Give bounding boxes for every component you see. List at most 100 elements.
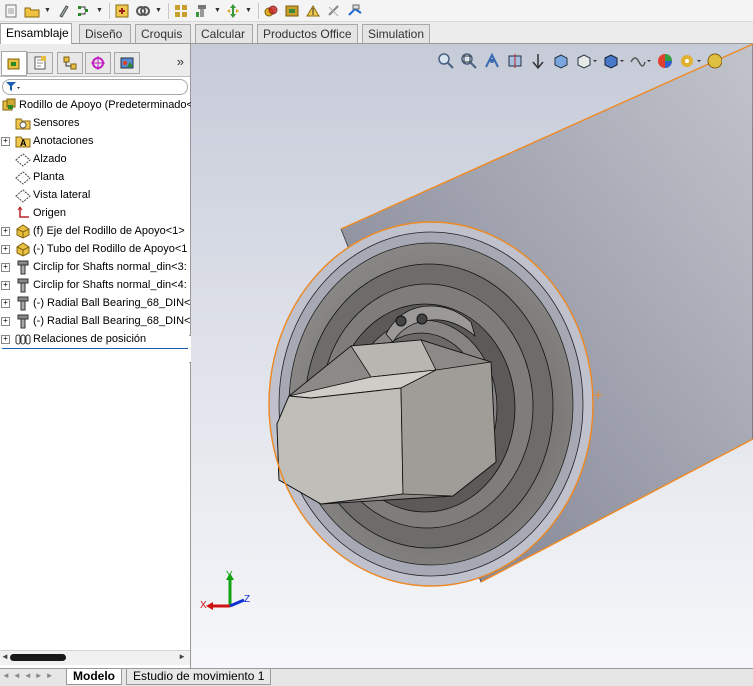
chevron-down-icon[interactable]: ▼ <box>245 2 252 20</box>
insert-component-icon[interactable] <box>113 2 131 20</box>
tree-item-label: Vista lateral <box>33 189 91 201</box>
expand-icon[interactable]: + <box>1 227 10 236</box>
tree-item-label: (f) Eje del Rodillo de Apoyo<1> <box>33 225 185 237</box>
dynamic-annotation-icon[interactable] <box>529 52 547 73</box>
scrollbar-thumb[interactable] <box>10 654 66 661</box>
linear-pattern-icon[interactable] <box>172 2 190 20</box>
graphics-area[interactable]: + Y X Z <box>191 44 753 668</box>
new-motion-study-icon[interactable] <box>325 2 343 20</box>
tree-item[interactable]: Sensores <box>0 114 190 132</box>
zoom-to-area-icon[interactable] <box>460 52 478 73</box>
tree-item[interactable]: + (-) Tubo del Rodillo de Apoyo<1 <box>0 240 190 258</box>
heads-up-view-toolbar <box>437 52 723 73</box>
panel-tabs: » <box>0 44 190 77</box>
tree-item[interactable]: + (-) Radial Ball Bearing_68_DIN< <box>0 312 190 330</box>
expand-icon[interactable]: + <box>1 299 10 308</box>
tree-item-label: Anotaciones <box>33 135 94 147</box>
edit-appearance-icon[interactable] <box>629 52 651 73</box>
tab-navigation-arrows[interactable]: ◄◄◄►► <box>2 671 57 680</box>
toolbox-part-icon <box>15 295 31 311</box>
chevron-right-icon[interactable]: » <box>177 54 184 69</box>
open-document-icon[interactable] <box>23 2 41 20</box>
tab-simulation[interactable]: Simulation <box>362 24 430 43</box>
tree-item-label: Rodillo de Apoyo (Predeterminado< <box>19 99 193 111</box>
filter-icon[interactable] <box>6 82 20 92</box>
tree-horizontal-scrollbar[interactable]: ◄ ► <box>0 650 190 665</box>
toolbox-part-icon <box>15 259 31 275</box>
section-view-icon[interactable] <box>506 52 524 73</box>
exploded-view-icon[interactable] <box>346 2 364 20</box>
feature-manager-icon[interactable] <box>1 51 27 76</box>
tab-calcular[interactable]: Calcular <box>195 24 253 43</box>
tab-productos-office[interactable]: Productos Office <box>257 24 358 43</box>
view-orientation-icon[interactable] <box>552 52 570 73</box>
tree-item[interactable]: Alzado <box>0 150 190 168</box>
toolbox-part-icon <box>15 277 31 293</box>
attach-icon[interactable] <box>54 2 72 20</box>
tab-estudio-de-movimiento[interactable]: Estudio de movimiento 1 <box>126 669 272 685</box>
expand-icon[interactable]: + <box>1 335 10 344</box>
expand-icon[interactable]: + <box>1 245 10 254</box>
assembly-icon <box>1 97 17 113</box>
bottom-tab-bar: ◄◄◄►► Modelo Estudio de movimiento 1 <box>0 668 753 686</box>
new-document-icon[interactable] <box>2 2 20 20</box>
chevron-down-icon[interactable]: ▼ <box>96 2 103 20</box>
tab-diseno[interactable]: Diseño <box>79 24 131 43</box>
tree-item[interactable]: + Circlip for Shafts normal_din<4: <box>0 276 190 294</box>
interference-detection-icon[interactable] <box>262 2 280 20</box>
plane-icon <box>15 169 31 185</box>
tree-item[interactable]: Origen <box>0 204 190 222</box>
chevron-down-icon[interactable]: ▼ <box>44 2 51 20</box>
tree-item[interactable]: + Circlip for Shafts normal_din<3: <box>0 258 190 276</box>
assembly-features-icon[interactable] <box>283 2 301 20</box>
toolbar-separator <box>109 2 110 19</box>
chevron-down-icon[interactable]: ▼ <box>214 2 221 20</box>
tree-item[interactable]: Planta <box>0 168 190 186</box>
filter-box[interactable] <box>2 79 188 95</box>
svg-text:A: A <box>20 138 27 148</box>
tree-item[interactable]: + (f) Eje del Rodillo de Apoyo<1> <box>0 222 190 240</box>
expand-icon[interactable]: + <box>1 281 10 290</box>
svg-text:+: + <box>593 388 603 402</box>
hide-show-items-icon[interactable] <box>602 52 624 73</box>
tree-item[interactable]: Vista lateral <box>0 186 190 204</box>
smart-fasteners-icon[interactable] <box>193 2 211 20</box>
apply-scene-icon[interactable] <box>656 52 674 73</box>
previous-view-icon[interactable] <box>483 52 501 73</box>
tree-item[interactable]: + A Anotaciones <box>0 132 190 150</box>
plane-icon <box>15 187 31 203</box>
expand-icon[interactable]: + <box>1 263 10 272</box>
plane-icon <box>15 151 31 167</box>
configuration-manager-icon[interactable] <box>57 52 83 74</box>
tab-croquis[interactable]: Croquis <box>135 24 191 43</box>
tab-modelo[interactable]: Modelo <box>66 669 122 685</box>
dimxpert-icon[interactable] <box>85 52 111 74</box>
tree-item[interactable]: + (-) Radial Ball Bearing_68_DIN< <box>0 294 190 312</box>
chevron-down-icon[interactable]: ▼ <box>155 2 162 20</box>
move-component-icon[interactable] <box>224 2 242 20</box>
tree-item[interactable]: + Relaciones de posición <box>0 330 190 348</box>
display-manager-icon[interactable] <box>114 52 140 74</box>
view-settings-icon[interactable] <box>679 52 701 73</box>
scroll-left-icon[interactable]: ◄ <box>1 652 9 661</box>
part-icon <box>15 223 31 239</box>
expand-icon[interactable]: + <box>1 137 10 146</box>
triad-z-label: Z <box>244 594 251 605</box>
tree-item[interactable]: Rodillo de Apoyo (Predeterminado< <box>0 96 193 114</box>
realview-icon[interactable] <box>706 52 723 73</box>
triad-y-label: Y <box>226 570 233 581</box>
mate-icon[interactable] <box>134 2 152 20</box>
reference-geometry-icon[interactable] <box>304 2 322 20</box>
zoom-to-fit-icon[interactable] <box>437 52 455 73</box>
toolbar-separator <box>168 2 169 19</box>
expand-icon[interactable]: + <box>1 317 10 326</box>
tree-rollback-bar[interactable] <box>2 348 188 349</box>
toolbox-part-icon <box>15 313 31 329</box>
property-manager-icon[interactable] <box>27 52 53 74</box>
rebuild-icon[interactable] <box>75 2 93 20</box>
tab-ensamblaje[interactable]: Ensamblaje <box>0 23 72 44</box>
scroll-right-icon[interactable]: ► <box>178 652 186 661</box>
standard-toolbar: ▼ ▼ ▼ ▼ ▼ <box>0 0 753 22</box>
tree-item-label: Planta <box>33 171 65 183</box>
display-style-icon[interactable] <box>575 52 597 73</box>
